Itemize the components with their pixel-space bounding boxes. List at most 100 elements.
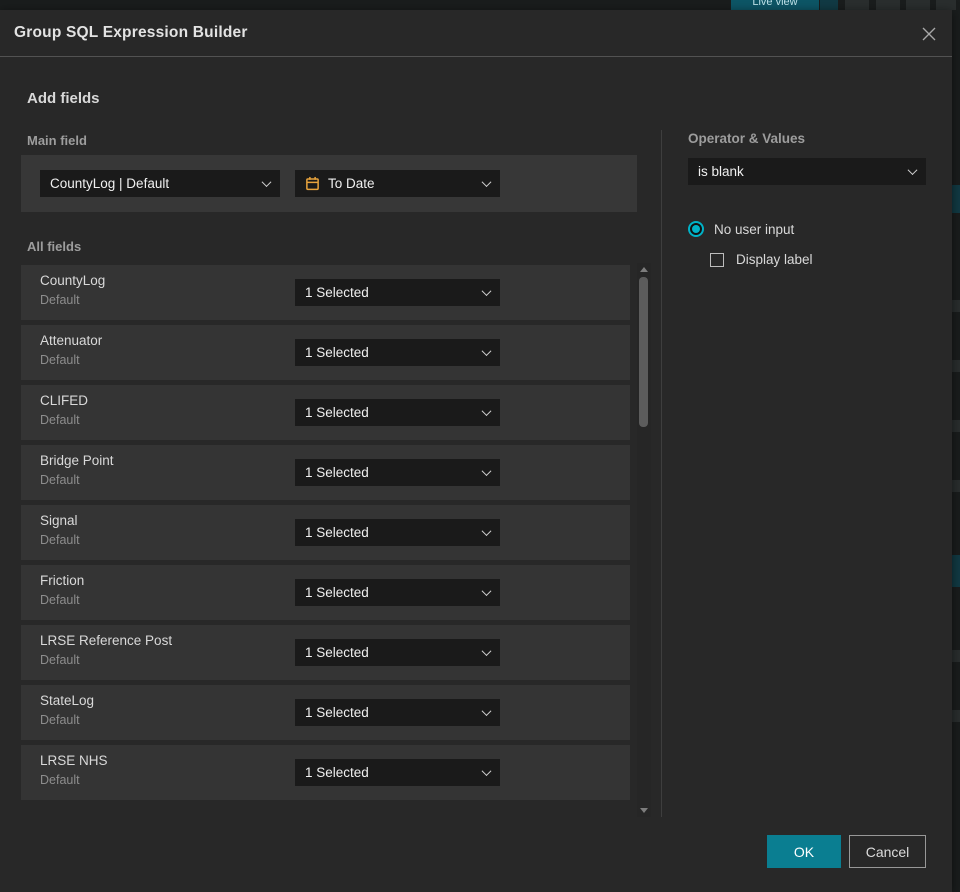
chevron-down-icon [481,406,492,417]
checkbox-icon[interactable] [710,252,724,267]
background-app-right [952,10,960,892]
field-row: StateLog Default 1 Selected [21,685,630,740]
field-row: Signal Default 1 Selected [21,505,630,560]
background-artifact [952,420,960,432]
field-row: LRSE NHS Default 1 Selected [21,745,630,800]
chevron-down-icon [481,706,492,717]
field-selection-value: 1 Selected [305,405,369,420]
field-selection-value: 1 Selected [305,765,369,780]
chevron-down-icon [261,177,272,188]
field-name: Attenuator [40,333,103,348]
close-icon [922,27,936,41]
live-view-label: Live view [752,0,798,8]
field-row: Friction Default 1 Selected [21,565,630,620]
field-selection-value: 1 Selected [305,645,369,660]
group-sql-expression-builder-dialog: Group SQL Expression Builder Add fields … [0,10,952,892]
radio-icon [688,221,704,237]
fields-list: CountyLog Default 1 Selected Attenuator … [21,265,630,805]
field-selection-value: 1 Selected [305,285,369,300]
field-row: Bridge Point Default 1 Selected [21,445,630,500]
dialog-header: Group SQL Expression Builder [0,10,952,57]
field-row: CLIFED Default 1 Selected [21,385,630,440]
field-selection-value: 1 Selected [305,585,369,600]
field-row: Attenuator Default 1 Selected [21,325,630,380]
live-view-button: Live view [731,0,819,10]
field-type-select-value: To Date [328,176,375,191]
chevron-down-icon [481,346,492,357]
field-sublabel: Default [40,653,80,667]
scroll-down-icon[interactable] [640,808,648,813]
field-sublabel: Default [40,353,80,367]
display-label-checkbox-row[interactable]: Display label [710,252,813,267]
field-selection-value: 1 Selected [305,525,369,540]
field-selection-select[interactable]: 1 Selected [295,519,500,546]
field-selection-select[interactable]: 1 Selected [295,459,500,486]
field-row: CountyLog Default 1 Selected [21,265,630,320]
field-row: LRSE Reference Post Default 1 Selected [21,625,630,680]
background-artifact [952,480,960,492]
background-artifact [952,555,960,587]
chevron-down-icon [481,286,492,297]
field-selection-select[interactable]: 1 Selected [295,699,500,726]
background-app-top: Live view [0,0,960,10]
field-name: Friction [40,573,85,588]
field-name: LRSE Reference Post [40,633,173,648]
field-selection-value: 1 Selected [305,465,369,480]
operator-select[interactable]: is blank [688,158,926,185]
background-artifact [952,710,960,722]
field-sublabel: Default [40,413,80,427]
field-sublabel: Default [40,473,80,487]
background-artifact [952,360,960,372]
dialog-title: Group SQL Expression Builder [14,24,248,41]
background-artifact [906,0,930,10]
field-sublabel: Default [40,713,80,727]
add-fields-heading: Add fields [27,90,100,107]
close-button[interactable] [918,23,940,45]
no-user-input-label: No user input [714,221,795,237]
calendar-icon [305,176,320,191]
field-selection-select[interactable]: 1 Selected [295,339,500,366]
display-label-label: Display label [736,252,813,267]
chevron-down-icon [481,646,492,657]
all-fields-label: All fields [27,239,82,254]
main-field-select-value: CountyLog | Default [50,176,170,191]
background-artifact [952,300,960,312]
background-artifact [952,185,960,213]
ok-button[interactable]: OK [767,835,841,868]
scroll-up-icon[interactable] [640,267,648,272]
chevron-down-icon [481,177,492,188]
field-type-select[interactable]: To Date [295,170,500,197]
field-selection-select[interactable]: 1 Selected [295,759,500,786]
main-field-label: Main field [27,133,87,148]
field-selection-select[interactable]: 1 Selected [295,639,500,666]
fields-list-scrollbar[interactable] [637,263,651,817]
background-artifact [820,0,838,10]
cancel-button[interactable]: Cancel [849,835,926,868]
chevron-down-icon [481,526,492,537]
panel-divider [661,130,662,817]
scrollbar-thumb[interactable] [639,277,648,427]
field-sublabel: Default [40,593,80,607]
chevron-down-icon [481,766,492,777]
field-name: LRSE NHS [40,753,108,768]
field-name: StateLog [40,693,95,708]
operator-values-heading: Operator & Values [688,131,806,146]
no-user-input-radio[interactable]: No user input [688,221,794,237]
field-sublabel: Default [40,293,80,307]
main-field-select[interactable]: CountyLog | Default [40,170,280,197]
chevron-down-icon [907,165,918,176]
field-sublabel: Default [40,773,80,787]
field-name: Bridge Point [40,453,114,468]
field-name: CountyLog [40,273,106,288]
field-selection-select[interactable]: 1 Selected [295,579,500,606]
field-name: Signal [40,513,78,528]
field-selection-select[interactable]: 1 Selected [295,399,500,426]
field-name: CLIFED [40,393,89,408]
operator-select-value: is blank [698,164,744,179]
background-artifact [936,0,956,10]
field-selection-value: 1 Selected [305,345,369,360]
field-selection-select[interactable]: 1 Selected [295,279,500,306]
background-artifact [876,0,900,10]
chevron-down-icon [481,586,492,597]
background-artifact [952,650,960,662]
